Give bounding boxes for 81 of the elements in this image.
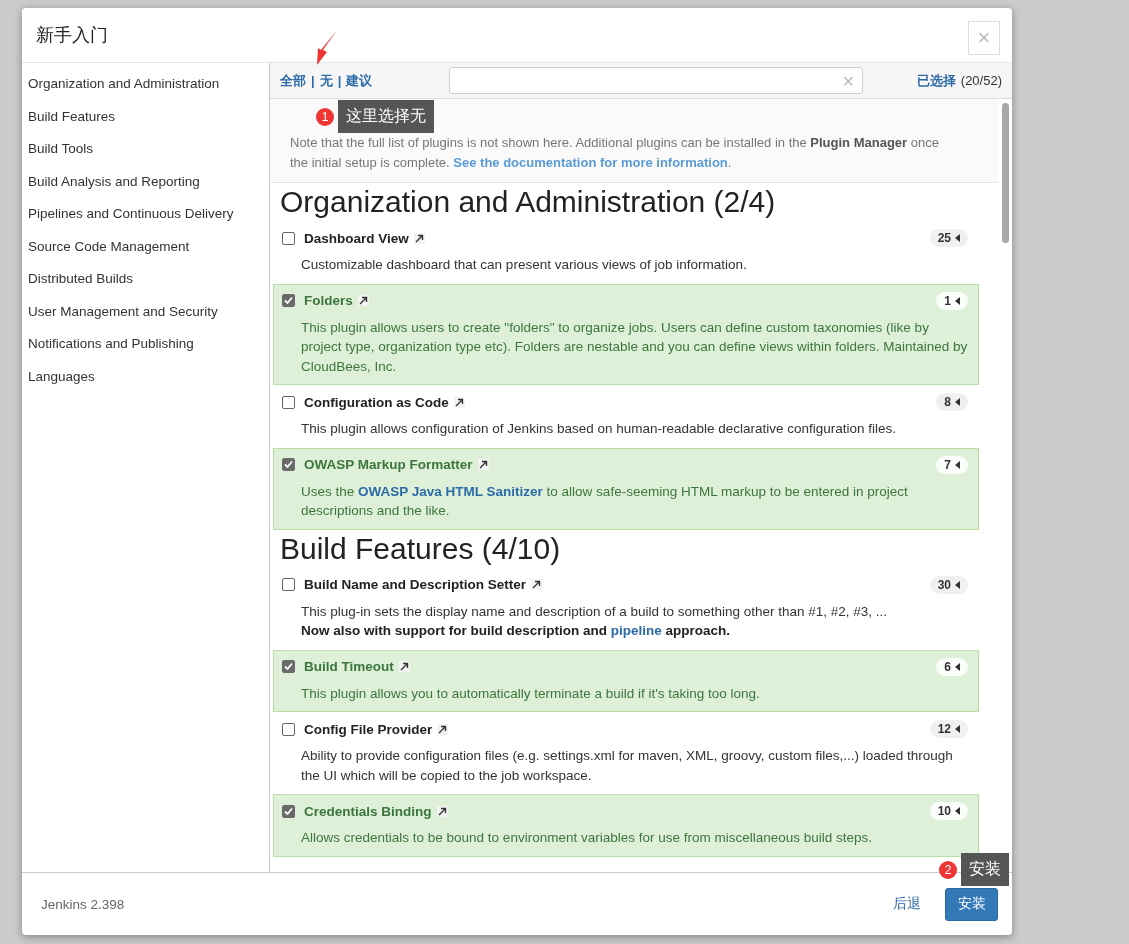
checkbox[interactable] [282,294,295,307]
external-link-icon[interactable] [436,805,448,817]
sidebar-item[interactable]: Organization and Administration [22,73,269,106]
dependency-count[interactable]: 12 [929,720,968,738]
plugin-name[interactable]: Configuration as Code [304,394,449,410]
plugin-description: Ability to provide configuration files (e.g. settings.xml for maven, XML, groovy, custom files,...) loaded through the UI which will be copied to the job workspace. [301,747,954,785]
back-button[interactable]: 后退 [887,889,927,919]
plugin-description: This plugin allows you to automatically terminate a build if it's taking too long. [301,684,761,703]
external-link-icon[interactable] [477,459,489,470]
sidebar-item[interactable]: Distributed Builds [22,268,269,301]
filter-link[interactable]: 无 [319,71,333,90]
link[interactable]: OWASP Java HTML Sanitizer [358,483,543,499]
dependency-count[interactable]: 1 [936,291,968,310]
caret-icon[interactable] [955,234,960,242]
checkbox[interactable] [282,578,295,591]
dialog-title: 新手入门 [36,24,108,47]
plugin-name[interactable]: Build Timeout [304,659,394,674]
plugin-item[interactable]: Config File Provider 12 Ability to provide configuration files (e.g. settings.xml for maven, XML, groovy, custom files,...) loaded through the UI which will be copied to the job workspace. [273,712,979,794]
selected-count: (20/52) [960,73,1002,88]
plugin-description: This plugin allows users to create "folders" to organize jobs. Users can define custom taxonomies (like by project type, organization type etc). Folders are nestable and you can define views within folders. Maintained by CloudBees, Inc. [301,318,968,376]
dependency-count[interactable]: 25 [929,229,968,247]
caret-icon[interactable] [955,460,960,469]
sidebar-item[interactable]: Build Features [22,105,269,138]
version-label: Jenkins 2.398 [41,896,125,912]
plugin-name[interactable]: Config File Provider [304,721,433,737]
plugin-item[interactable]: Build Timeout 6 This plugin allows you to automatically terminate a build if it's taking too long. [273,649,979,712]
plugin-item[interactable]: Dashboard View 25 Customizable dashboard that can present various views of job information. [273,221,979,284]
external-link-icon[interactable] [413,232,425,244]
dependency-count[interactable]: 8 [936,393,968,411]
caret-icon[interactable] [955,580,960,589]
sidebar-item[interactable]: Pipelines and Continuous Delivery [22,203,269,236]
plugin-description: Allows credentials to be bound to environment variables for use from miscellaneous build steps. [301,829,874,847]
checkbox[interactable] [282,804,295,818]
sidebar-item[interactable]: Build Analysis and Reporting [22,170,269,203]
annotation-label: 这里选择无 [338,100,434,133]
install-button[interactable]: 安装 [945,887,998,921]
external-link-icon[interactable] [398,661,410,672]
separator: | [337,73,342,88]
section-heading: Build Features (4/10) [280,531,562,566]
plugin-description: This plugin allows configuration of Jenkins based on human-readable declarative configuration files. [301,420,898,438]
plugin-item[interactable]: Configuration as Code 8 This plugin allows configuration of Jenkins based on human-readable declarative configuration files. [273,385,979,448]
plugin-item[interactable]: Credentials Binding 10 Allows credentials to be bound to environment variables for use from miscellaneous build steps. [273,794,979,857]
sidebar-item[interactable]: Notifications and Publishing [22,333,269,366]
plugin-item[interactable]: OWASP Markup Formatter 7 Uses the OWASP Java HTML Sanitizer to allow safe-seeming HTML markup to be entered in project descriptions and the like. [273,447,979,530]
sidebar-item[interactable]: Build Tools [22,138,269,171]
plugin-name[interactable]: Dashboard View [304,230,409,246]
checkbox[interactable] [282,660,295,673]
dependency-count[interactable]: 7 [936,455,968,474]
external-link-icon[interactable] [357,295,369,306]
caret-icon[interactable] [955,296,960,305]
checkbox[interactable] [282,395,295,409]
plugin-name[interactable]: Build Name and Description Setter [304,577,527,592]
external-link-icon[interactable] [531,579,543,590]
dependency-count[interactable]: 30 [929,575,968,594]
caret-icon[interactable] [955,662,960,671]
sidebar-item[interactable]: User Management and Security [22,300,269,333]
link[interactable]: pipeline [610,623,662,638]
checkbox[interactable] [282,231,295,245]
plugin-description: Customizable dashboard that can present various views of job information. [301,256,748,274]
plugin-description: This plug-in sets the display name and description of a build to something other than #1, #2, #3, ... Now also with support for build description and pipeline approach. [301,602,889,640]
caret-icon[interactable] [955,725,960,733]
filter-link[interactable]: 建议 [346,71,373,90]
checkbox[interactable] [282,458,295,471]
caret-icon[interactable] [955,398,960,406]
sidebar-item[interactable]: Languages [22,365,269,398]
external-link-icon[interactable] [453,396,465,408]
sidebar-item[interactable]: Source Code Management [22,235,269,268]
separator: | [311,73,315,88]
annotation-label: 安装 [961,853,1009,886]
selected-link[interactable]: 已选择 [916,71,956,90]
dependency-count[interactable]: 6 [936,657,968,676]
caret-icon[interactable] [955,807,960,815]
plugin-description: Uses the OWASP Java HTML Sanitizer to allow safe-seeming HTML markup to be entered in project descriptions and the like. [301,482,909,520]
section-heading: Organization and Administration (2/4) [280,185,777,219]
external-link-icon[interactable] [437,723,449,735]
dependency-count[interactable]: 10 [929,802,968,820]
filter-link[interactable]: 全部 [280,71,306,90]
plugin-name[interactable]: Folders [304,293,353,308]
checkbox[interactable] [282,722,295,736]
plugin-name[interactable]: OWASP Markup Formatter [304,457,473,472]
plugin-name[interactable]: Credentials Binding [304,803,432,819]
